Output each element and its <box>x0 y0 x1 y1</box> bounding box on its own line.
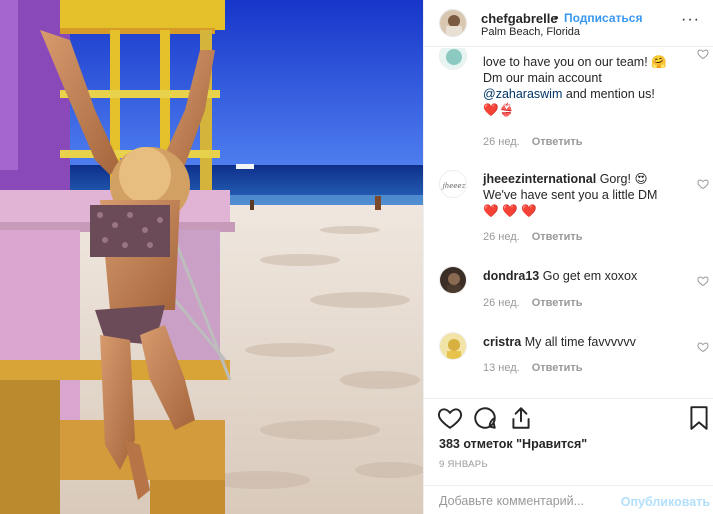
comment-line: My all time favvvvvv <box>521 335 636 349</box>
comment-line: Go get em xoxox <box>539 269 638 283</box>
commenter-username[interactable]: dondra13 <box>483 269 539 283</box>
post-location[interactable]: Palm Beach, Florida <box>481 26 580 38</box>
comment-item: cristra My all time favvvvvv 13 нед. Отве… <box>439 332 709 382</box>
comment-line: We've have sent you a little DM <box>483 188 658 202</box>
comment-emoji: ❤️👙 <box>483 103 515 117</box>
comment-meta: 26 нед. Ответить <box>483 136 583 148</box>
comment-age[interactable]: 26 нед. <box>483 231 520 243</box>
author-avatar[interactable] <box>439 9 467 37</box>
mention-link[interactable]: @zaharaswim <box>483 87 562 101</box>
comment-emoji: ❤️ ❤️ ❤️ <box>483 204 537 218</box>
comment-line: Dm our main account <box>483 71 602 85</box>
reply-button[interactable]: Ответить <box>532 136 583 148</box>
comment-item: love to have you on our team! 🤗 Dm our m… <box>439 48 709 152</box>
reply-button[interactable]: Ответить <box>532 362 583 374</box>
heart-icon[interactable] <box>437 405 463 431</box>
like-comment-heart-icon[interactable] <box>697 275 709 287</box>
commenter-avatar[interactable] <box>439 332 467 360</box>
commenter-username[interactable]: jheeezinternational <box>483 172 596 186</box>
comment-text: love to have you on our team! 🤗 Dm our m… <box>483 54 688 118</box>
comment-meta: 26 нед. Ответить <box>483 231 583 243</box>
more-icon[interactable]: ··· <box>681 11 700 29</box>
commenter-avatar[interactable] <box>439 266 467 294</box>
commenter-avatar[interactable]: jheeez <box>439 170 467 198</box>
reply-button[interactable]: Ответить <box>532 297 583 309</box>
like-comment-heart-icon[interactable] <box>697 48 709 60</box>
commenter-username[interactable]: cristra <box>483 335 521 349</box>
post-date[interactable]: 9 ЯНВАРЬ <box>439 459 488 470</box>
post-actions: 383 отметок "Нравится" 9 ЯНВАРЬ Опублико… <box>424 398 713 514</box>
comment-age[interactable]: 13 нед. <box>483 362 520 374</box>
comment-text: jheeezinternational Gorg! 😍 We've have s… <box>483 171 688 219</box>
add-comment-bar: Опубликовать <box>424 485 713 514</box>
bookmark-icon[interactable] <box>686 405 712 431</box>
comment-input[interactable] <box>439 494 619 508</box>
author-username[interactable]: chefgabrelle <box>481 11 558 26</box>
beach-photo-illustration <box>0 0 423 514</box>
comment-line: love to have you on our team! <box>483 55 648 69</box>
likes-count[interactable]: 383 отметок "Нравится" <box>439 437 587 451</box>
svg-text:jheeez: jheeez <box>441 182 466 190</box>
comments-list[interactable]: love to have you on our team! 🤗 Dm our m… <box>424 48 713 398</box>
follow-button[interactable]: Подписаться <box>564 11 642 25</box>
comment-item: dondra13 Go get em xoxox 26 нед. Ответить <box>439 266 709 316</box>
like-comment-heart-icon[interactable] <box>697 341 709 353</box>
comment-meta: 13 нед. Ответить <box>483 362 583 374</box>
comment-age[interactable]: 26 нед. <box>483 136 520 148</box>
comment-age[interactable]: 26 нед. <box>483 297 520 309</box>
comment-icon[interactable] <box>472 405 498 431</box>
commenter-avatar[interactable] <box>439 48 467 70</box>
comment-emoji: 🤗 <box>651 55 667 69</box>
comment-text: dondra13 Go get em xoxox <box>483 268 688 284</box>
share-icon[interactable] <box>508 405 534 431</box>
comment-line: and mention us! <box>562 87 655 101</box>
header-separator: • <box>554 10 559 25</box>
publish-button[interactable]: Опубликовать <box>621 495 710 509</box>
like-comment-heart-icon[interactable] <box>697 178 709 190</box>
post-header: chefgabrelle • Подписаться Palm Beach, F… <box>424 0 713 47</box>
comment-line: Gorg! 😍 <box>596 172 648 186</box>
reply-button[interactable]: Ответить <box>532 231 583 243</box>
post-sidebar: chefgabrelle • Подписаться Palm Beach, F… <box>423 0 713 514</box>
post-photo[interactable] <box>0 0 423 514</box>
comment-item: jheeez jheeezinternational Gorg! 😍 We've… <box>439 168 709 248</box>
comment-text: cristra My all time favvvvvv <box>483 334 688 350</box>
comment-meta: 26 нед. Ответить <box>483 297 583 309</box>
